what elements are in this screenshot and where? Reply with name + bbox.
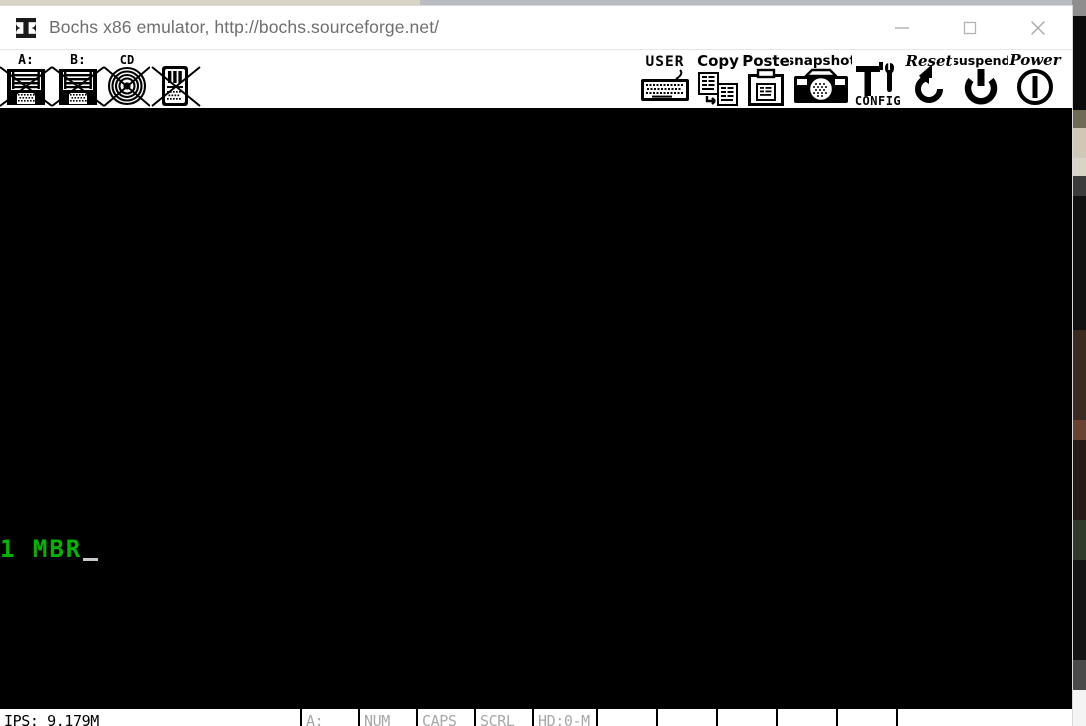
- user-button[interactable]: USER: [638, 50, 694, 108]
- status-spare-4[interactable]: [778, 709, 838, 726]
- svg-text:Power: Power: [1008, 51, 1061, 69]
- toolbar-media-group: A: B: CD: [0, 50, 202, 108]
- paste-button[interactable]: Poste: [742, 50, 790, 108]
- snapshot-button[interactable]: snapshot: [790, 50, 852, 108]
- emulated-screen[interactable]: 1 MBR: [0, 110, 1072, 707]
- toolbar-action-group: USER Copy Poste napsho CONFIG Reset susp…: [638, 50, 1062, 108]
- status-caps-lock[interactable]: CAPS: [418, 709, 476, 726]
- screenshot-root: Bochs x86 emulator, http://bochs.sourcef…: [0, 0, 1086, 726]
- text-cursor: [83, 558, 99, 561]
- window-title: Bochs x86 emulator, http://bochs.sourcef…: [49, 17, 440, 37]
- svg-text:snapshot: snapshot: [790, 53, 852, 69]
- config-button[interactable]: CONFIG: [852, 50, 904, 108]
- svg-text:Poste: Poste: [742, 52, 790, 70]
- status-spare-2[interactable]: [658, 709, 718, 726]
- floppy-a-button[interactable]: A:: [0, 50, 52, 108]
- status-num-lock[interactable]: NUM: [360, 709, 418, 726]
- svg-text:Copy: Copy: [697, 52, 739, 70]
- status-spare-1[interactable]: [598, 709, 658, 726]
- svg-text:USER: USER: [646, 54, 685, 70]
- screen-text-line: 1 MBR: [0, 535, 99, 563]
- desktop-background-right: [1072, 0, 1086, 726]
- svg-text:suspend: suspend: [954, 53, 1008, 68]
- svg-text:A:: A:: [18, 53, 34, 68]
- status-scroll-lock[interactable]: SCRL: [476, 709, 534, 726]
- svg-text:Reset: Reset: [905, 52, 953, 70]
- status-spare-5[interactable]: [838, 709, 898, 726]
- status-spare-3[interactable]: [718, 709, 778, 726]
- usb-button[interactable]: [150, 50, 202, 108]
- svg-text:CD: CD: [120, 53, 134, 67]
- close-button[interactable]: [1004, 6, 1072, 49]
- window-titlebar: Bochs x86 emulator, http://bochs.sourcef…: [0, 6, 1072, 50]
- bochs-window: Bochs x86 emulator, http://bochs.sourcef…: [0, 6, 1072, 726]
- svg-text:B:: B:: [70, 53, 86, 68]
- status-ips: IPS: 9.179M: [0, 709, 302, 726]
- cdrom-button[interactable]: CD: [104, 50, 150, 108]
- power-button[interactable]: Power: [1008, 50, 1062, 108]
- suspend-button[interactable]: suspend: [954, 50, 1008, 108]
- bochs-toolbar: A: B: CD USER Copy Poste napsho CONFIG R…: [0, 50, 1072, 110]
- window-controls: [868, 6, 1072, 49]
- svg-text:CONFIG: CONFIG: [855, 94, 901, 108]
- screen-text: 1 MBR: [0, 535, 83, 563]
- status-floppy-a[interactable]: A:: [302, 709, 360, 726]
- bochs-statusbar: IPS: 9.179M A: NUM CAPS SCRL HD:0-M: [0, 707, 1072, 726]
- floppy-b-button[interactable]: B:: [52, 50, 104, 108]
- bochs-logo-icon: [13, 15, 39, 41]
- minimize-button[interactable]: [868, 6, 936, 49]
- reset-button[interactable]: Reset: [904, 50, 954, 108]
- maximize-button[interactable]: [936, 6, 1004, 49]
- status-spare-6[interactable]: [898, 709, 1072, 726]
- status-hard-disk[interactable]: HD:0-M: [534, 709, 598, 726]
- copy-button[interactable]: Copy: [694, 50, 742, 108]
